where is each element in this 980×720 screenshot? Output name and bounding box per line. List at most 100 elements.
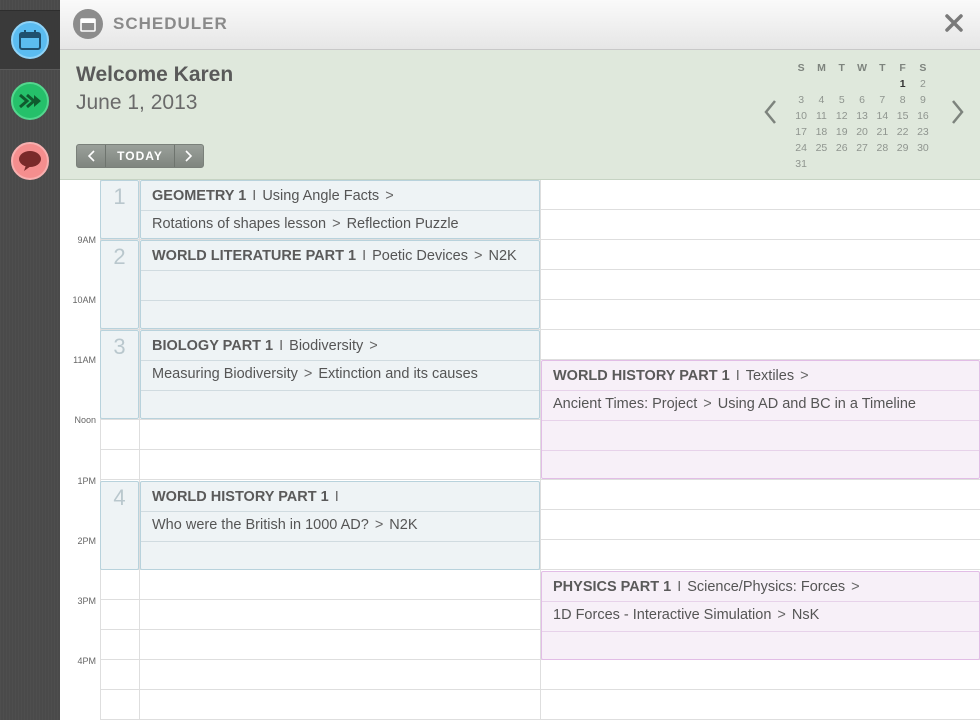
event-row-line xyxy=(141,390,539,391)
lesson-event[interactable]: WORLD HISTORY PART 1 I Who were the Britis… xyxy=(140,481,540,570)
mini-calendar-day[interactable]: 20 xyxy=(852,124,872,140)
mini-calendar-empty xyxy=(852,156,872,172)
event-heading: WORLD HISTORY PART 1 I Textiles > xyxy=(553,368,815,384)
event-topic: Using Angle Facts xyxy=(262,188,380,204)
lesson-event[interactable]: GEOMETRY 1 I Using Angle Facts > Rotations o… xyxy=(140,180,540,239)
mini-calendar-day[interactable]: 16 xyxy=(913,108,933,124)
arrow-separator: > xyxy=(800,368,809,384)
mini-calendar-day[interactable]: 26 xyxy=(832,140,852,156)
arrow-separator: > xyxy=(385,188,394,204)
event-topic: Science/Physics: Forces xyxy=(687,579,846,595)
arrow-separator: > xyxy=(332,216,341,232)
event-row-line xyxy=(542,601,979,602)
event-detail: Using AD and BC in a Timeline xyxy=(717,396,916,412)
separator: I xyxy=(279,338,284,354)
event-row-line xyxy=(542,390,979,391)
event-detail: Who were the British in 1000 AD? xyxy=(152,517,369,533)
mini-calendar-week: 12 xyxy=(791,76,941,92)
event-detail: 1D Forces - Interactive Simulation xyxy=(553,607,772,623)
lesson-event[interactable]: WORLD HISTORY PART 1 I Textiles > Ancient Ti… xyxy=(541,360,980,479)
mini-calendar-day[interactable]: 19 xyxy=(832,124,852,140)
mini-calendar-day[interactable]: 8 xyxy=(892,92,912,108)
mini-calendar-day[interactable]: 11 xyxy=(811,108,831,124)
event-details: Rotations of shapes lesson > Reflection Pu… xyxy=(152,216,459,232)
chat-icon[interactable] xyxy=(11,142,49,180)
period-number: 3 xyxy=(100,330,139,419)
mini-calendar-day[interactable]: 21 xyxy=(872,124,892,140)
separator: I xyxy=(362,248,367,264)
mini-calendar-empty xyxy=(913,156,933,172)
event-detail: N2K xyxy=(488,248,517,264)
weekday-label: W xyxy=(857,62,867,74)
arrow-separator: > xyxy=(851,579,860,595)
today-button[interactable]: TODAY xyxy=(105,145,175,167)
mini-calendar-day[interactable]: 25 xyxy=(811,140,831,156)
mini-calendar-prev-icon[interactable] xyxy=(760,97,780,127)
calendar-icon[interactable] xyxy=(11,21,49,59)
mini-calendar-day[interactable]: 23 xyxy=(913,124,933,140)
weekday-label: T xyxy=(838,62,845,74)
event-row-line xyxy=(141,270,539,271)
mini-calendar-day[interactable]: 28 xyxy=(872,140,892,156)
event-details: 1D Forces - Interactive Simulation > NsK xyxy=(553,607,819,623)
schedule-grid: 9AM 10AM 11AM Noon 1PM 2PM 3PM 4PM 1 2 3 4 GEOMETRY … xyxy=(60,180,980,720)
mini-calendar-day[interactable]: 5 xyxy=(832,92,852,108)
mini-calendar-day[interactable]: 7 xyxy=(872,92,892,108)
mini-calendar-day[interactable]: 22 xyxy=(892,124,912,140)
lesson-event[interactable]: BIOLOGY PART 1 I Biodiversity > Measuring Bi… xyxy=(140,330,540,419)
mini-calendar-next-icon[interactable] xyxy=(948,97,968,127)
mini-calendar-day[interactable]: 9 xyxy=(913,92,933,108)
event-details: Ancient Times: Project > Using AD and BC i… xyxy=(553,396,916,412)
event-topic: Poetic Devices xyxy=(372,248,468,264)
current-date: June 1, 2013 xyxy=(76,91,198,114)
mini-calendar-day[interactable]: 14 xyxy=(872,108,892,124)
time-label: 11AM xyxy=(73,355,96,365)
separator: I xyxy=(735,368,740,384)
event-title: PHYSICS PART 1 xyxy=(553,579,672,595)
mini-calendar-day[interactable]: 13 xyxy=(852,108,872,124)
mini-calendar-day[interactable]: 29 xyxy=(892,140,912,156)
event-details: Measuring Biodiversity > Extinction and it… xyxy=(152,366,478,382)
mini-calendar-day[interactable]: 27 xyxy=(852,140,872,156)
mini-calendar-day[interactable]: 2 xyxy=(913,76,933,92)
weekday-label: S xyxy=(919,62,927,74)
mini-calendar-day[interactable]: 15 xyxy=(892,108,912,124)
event-heading: BIOLOGY PART 1 I Biodiversity > xyxy=(152,338,384,354)
mini-calendar-day[interactable]: 1 xyxy=(892,76,912,92)
arrow-separator: > xyxy=(703,396,712,412)
mini-calendar: S M T W T F S 1 2 3 4 5 6 7 8 9 10 11 12 13 14 15 16 17 18 19 20 21… xyxy=(791,60,941,172)
event-row-line xyxy=(542,631,979,632)
mini-calendar-day[interactable]: 10 xyxy=(791,108,811,124)
event-heading: GEOMETRY 1 I Using Angle Facts > xyxy=(152,188,400,204)
event-topic: Biodiversity xyxy=(289,338,364,354)
lesson-event[interactable]: WORLD LITERATURE PART 1 I Poetic Devices > N… xyxy=(140,240,540,329)
previous-day-button[interactable] xyxy=(77,145,105,167)
mini-calendar-week: 10 11 12 13 14 15 16 xyxy=(791,108,941,124)
mini-calendar-day[interactable]: 4 xyxy=(811,92,831,108)
mini-calendar-day[interactable]: 18 xyxy=(811,124,831,140)
mini-calendar-day[interactable]: 12 xyxy=(832,108,852,124)
event-title: GEOMETRY 1 xyxy=(152,188,247,204)
event-detail: Ancient Times: Project xyxy=(553,396,698,412)
forward-icon[interactable] xyxy=(11,82,49,120)
mini-calendar-day[interactable]: 3 xyxy=(791,92,811,108)
mini-calendar-weekdays: SMTWTFS xyxy=(791,60,941,76)
mini-calendar-day[interactable]: 30 xyxy=(913,140,933,156)
event-detail: Rotations of shapes lesson xyxy=(152,216,327,232)
lesson-event[interactable]: PHYSICS PART 1 I Science/Physics: Forces >1… xyxy=(541,571,980,660)
next-day-button[interactable] xyxy=(175,145,203,167)
close-icon[interactable] xyxy=(942,11,966,35)
mini-calendar-day[interactable]: 24 xyxy=(791,140,811,156)
mini-calendar-empty xyxy=(811,156,831,172)
event-row-line xyxy=(542,420,979,421)
mini-calendar-day[interactable]: 31 xyxy=(791,156,811,172)
scheduler-app-icon xyxy=(73,9,103,39)
mini-calendar-day[interactable]: 17 xyxy=(791,124,811,140)
title-bar: SCHEDULER xyxy=(60,0,980,50)
time-label: Noon xyxy=(74,415,96,425)
mini-calendar-empty xyxy=(872,76,892,92)
weekday-label: T xyxy=(879,62,886,74)
event-row-line xyxy=(141,360,539,361)
mini-calendar-week: 3456789 xyxy=(791,92,941,108)
mini-calendar-day[interactable]: 6 xyxy=(852,92,872,108)
